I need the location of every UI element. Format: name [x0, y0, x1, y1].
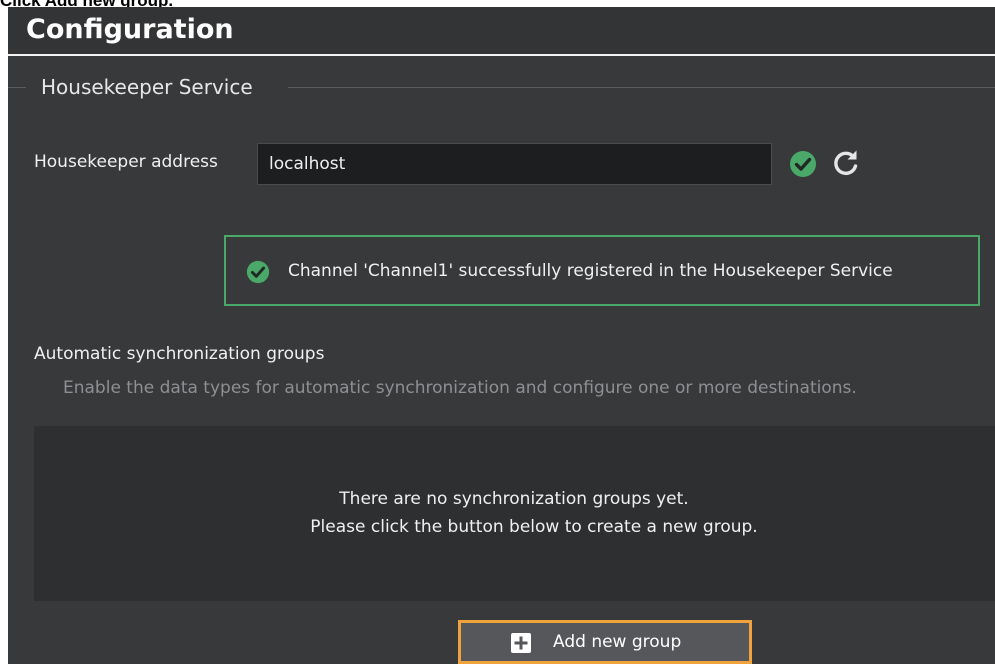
configuration-panel: Configuration Housekeeper Service Housek…: [8, 7, 995, 664]
sync-groups-description: Enable the data types for automatic sync…: [63, 378, 857, 398]
registration-status-message: Channel 'Channel1' successfully register…: [288, 261, 893, 281]
section-divider-left: [8, 87, 26, 88]
empty-state-line2: Please click the button below to create …: [310, 517, 758, 537]
check-circle-icon: [246, 260, 270, 284]
add-new-group-button[interactable]: Add new group: [458, 620, 752, 664]
sync-groups-empty-state: There are no synchronization groups yet.…: [34, 426, 995, 601]
title-divider: [8, 54, 995, 56]
plus-square-icon: [511, 633, 531, 653]
check-circle-icon: [790, 151, 816, 177]
section-title-housekeeper: Housekeeper Service: [41, 75, 253, 99]
registration-status-box: Channel 'Channel1' successfully register…: [224, 235, 980, 306]
refresh-icon[interactable]: [830, 147, 862, 179]
section-divider-right: [288, 87, 995, 88]
address-label: Housekeeper address: [34, 152, 218, 172]
add-new-group-label: Add new group: [553, 632, 682, 652]
title-bar: Configuration: [8, 7, 995, 54]
page-title: Configuration: [26, 14, 234, 45]
empty-state-line1: There are no synchronization groups yet.: [339, 489, 689, 509]
sync-groups-heading: Automatic synchronization groups: [34, 344, 325, 364]
address-input[interactable]: [257, 143, 772, 185]
